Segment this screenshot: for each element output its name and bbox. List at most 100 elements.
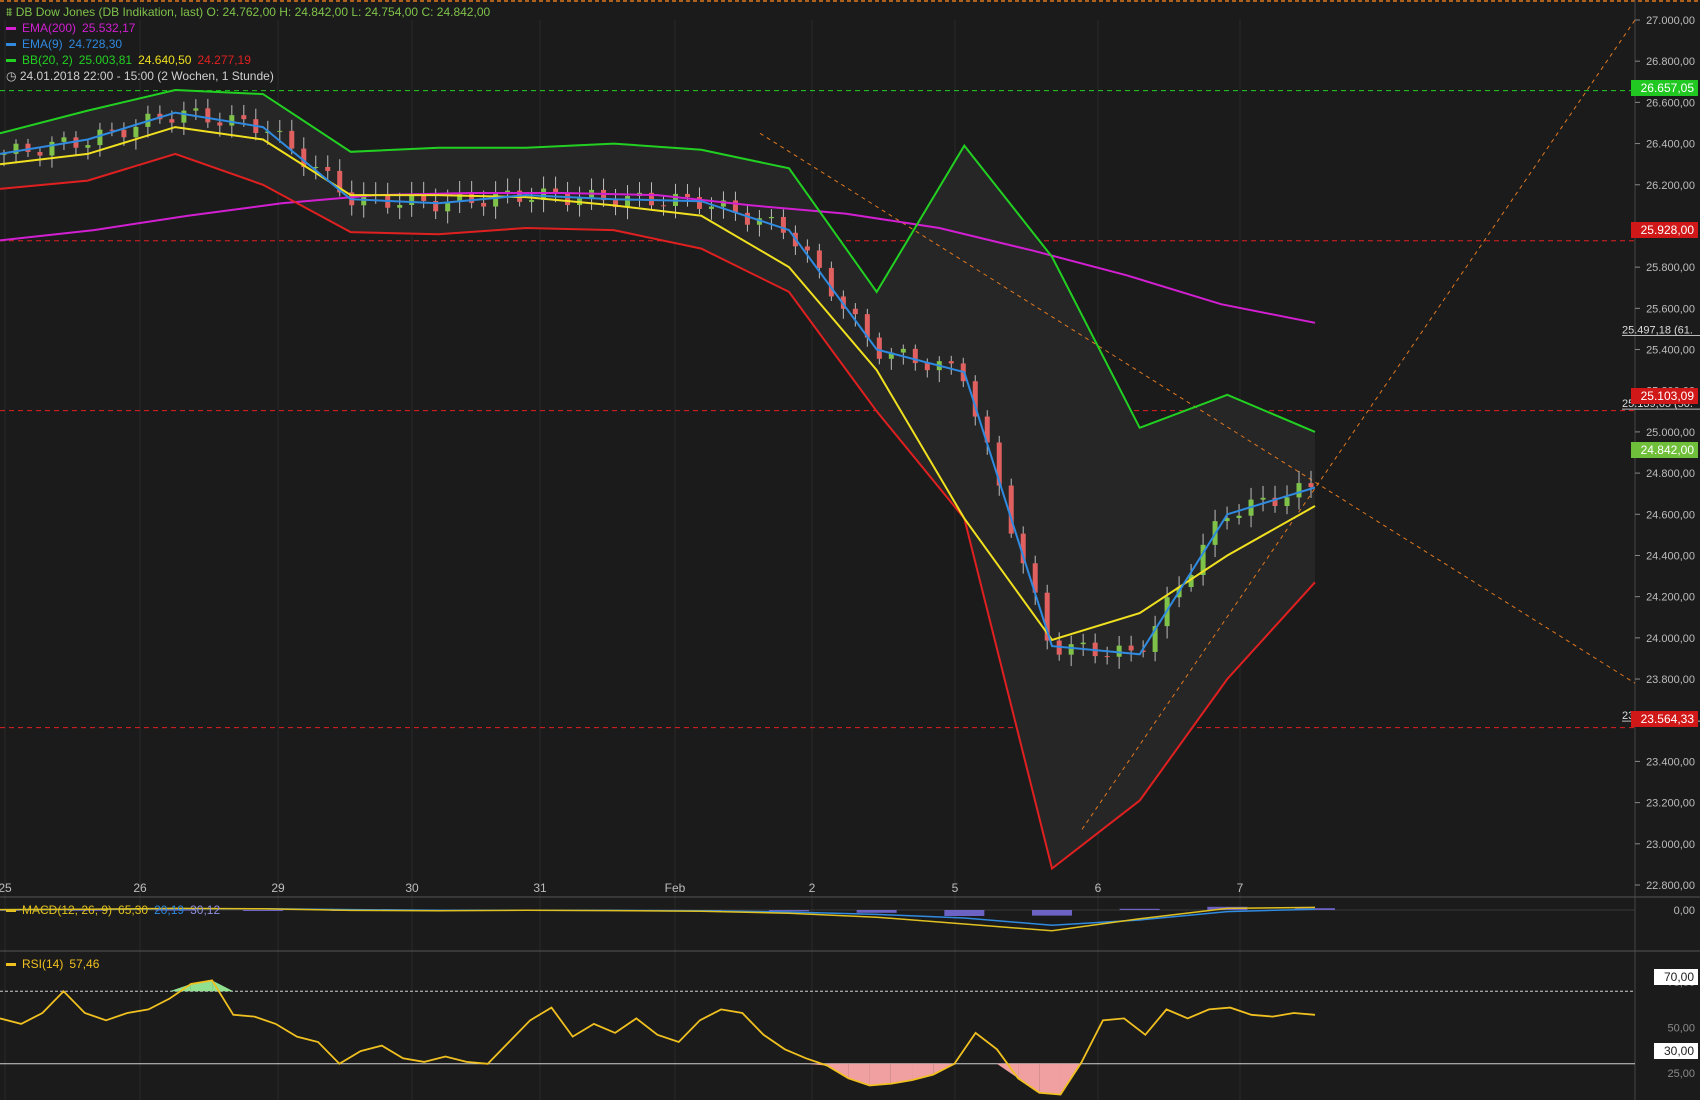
x-tick-label: 6 [1095, 881, 1102, 895]
candle-body [1080, 642, 1086, 645]
current-price-tag: 24.842,00 [1630, 442, 1698, 458]
candle-body [61, 137, 67, 142]
candle-body [193, 108, 199, 111]
bb-lower-value: 24.277,19 [197, 53, 251, 67]
x-tick-label: 25 [0, 881, 12, 895]
y-tick-label: 24.800,00 [1646, 468, 1695, 480]
y-tick-label: 24.000,00 [1646, 633, 1695, 645]
candle-body [325, 166, 331, 171]
candle-body [804, 246, 810, 251]
range-detail: (2 Wochen, 1 Stunde) [157, 69, 274, 83]
y-tick-label: 23.400,00 [1646, 756, 1695, 768]
candle-body [529, 199, 535, 202]
x-tick-label: 2 [809, 881, 816, 895]
instrument-name: DB Dow Jones (DB Indikation, last) [15, 5, 204, 19]
candle-body [852, 308, 858, 315]
y-tick-label: 26.600,00 [1646, 97, 1695, 109]
y-tick-label: 25.800,00 [1646, 262, 1695, 274]
candle-body [625, 196, 631, 208]
rsi-value: 57,46 [69, 957, 100, 971]
candle-body [816, 250, 822, 268]
candle-body [181, 110, 187, 123]
y-tick-label: 24.400,00 [1646, 550, 1695, 562]
candle-body [85, 145, 91, 148]
candle-body [1116, 645, 1122, 657]
y-tick-label: 24.600,00 [1646, 509, 1695, 521]
chart-canvas: 25 26 29 30 31 Feb 2 5 6 7 22.800,0023.000,0023.20… [0, 0, 1700, 1100]
macd-histogram-bar [769, 910, 809, 912]
x-tick-label: 7 [1237, 881, 1244, 895]
bb-upper-value: 25.003,81 [78, 53, 133, 67]
ema9-value: 24.728,30 [68, 37, 123, 51]
candle-body [205, 108, 211, 123]
range-text: 24.01.2018 22:00 - 15:00 [19, 69, 154, 83]
level-tag-26657: 26.657,05 [1630, 80, 1698, 96]
y-tick-label: 24.200,00 [1646, 592, 1695, 604]
macd-histogram-bar [944, 910, 985, 916]
x-tick-label: 26 [133, 881, 147, 895]
candle-body [948, 361, 954, 364]
candle-body [97, 129, 103, 146]
candle-body [1068, 644, 1074, 655]
candle-body [37, 152, 43, 156]
ema200-swatch [6, 27, 16, 31]
candle-body [1284, 497, 1290, 507]
ohlc-h-label: H: [279, 5, 292, 19]
bb-label: BB(20, 2) [22, 53, 73, 67]
macd-swatch [6, 909, 16, 913]
y-tick-label: 25.400,00 [1646, 345, 1695, 357]
candle-body [229, 115, 235, 126]
legend-macd: MACD(12, 26, 9) 65,30 20,19 30,12 [6, 902, 226, 918]
level-tag-25103: 25.103,09 [1630, 388, 1698, 404]
ema9-label: EMA(9) [22, 37, 63, 51]
fib-level-label: 25.497,18 (61. [1622, 325, 1693, 337]
candle-body [277, 130, 283, 132]
candle-body [565, 193, 571, 206]
macd-signal-value: 20,19 [154, 903, 185, 917]
rsi-oversold-fill [869, 1063, 891, 1086]
legend-rsi: RSI(14) 57,46 [6, 956, 105, 972]
candle-body [1104, 656, 1110, 658]
ohlc-l-value: 24.754,00 [364, 5, 419, 19]
candle-body [289, 130, 295, 149]
legend-ema9: EMA(9) 24.728,30 [6, 36, 128, 52]
candle-body [397, 204, 403, 208]
ohlc-h-value: 24.842,00 [294, 5, 348, 19]
candle-body [133, 126, 139, 138]
y-tick-label: 26.800,00 [1646, 56, 1695, 68]
candle-body [876, 337, 882, 359]
macd-histogram-bar [243, 910, 283, 911]
y-tick-label: 23.200,00 [1646, 798, 1695, 810]
ema9-swatch [6, 43, 16, 47]
macd-label: MACD(12, 26, 9) [22, 903, 113, 917]
candle-body [1236, 515, 1242, 519]
candle-body [469, 193, 475, 203]
candle-body [1260, 497, 1266, 500]
candle-body [121, 129, 127, 138]
y-tick-label: 25.600,00 [1646, 303, 1695, 315]
candle-body [241, 115, 247, 120]
macd-histogram-bar [856, 910, 897, 913]
x-tick-label: 5 [952, 881, 959, 895]
macd-y-tick: 0,00 [1674, 905, 1695, 917]
x-tick-label: 29 [271, 881, 285, 895]
instrument-icon: ⩩ [6, 5, 13, 19]
y-tick-label: 25.000,00 [1646, 427, 1695, 439]
ohlc-c-value: 24.842,00 [436, 5, 491, 19]
rsi-label: RSI(14) [22, 957, 64, 971]
candle-body [660, 205, 666, 207]
candle-body [481, 202, 487, 207]
candle-body [49, 141, 55, 156]
y-tick-label: 27.000,00 [1646, 15, 1695, 27]
candle-body [924, 363, 930, 371]
y-tick-label: 26.200,00 [1646, 180, 1695, 192]
legend-instrument: ⩩ DB Dow Jones (DB Indikation, last) O: … [6, 4, 490, 20]
bb-mid-value: 24.640,50 [138, 53, 192, 67]
macd-histogram-bar [1032, 910, 1072, 916]
ema200-value: 25.532,17 [82, 21, 136, 35]
rsi-level-30-tag: 30,00 [1653, 1043, 1698, 1059]
candle-body [217, 122, 223, 126]
y-tick-label: 22.800,00 [1646, 880, 1695, 892]
candle-body [1296, 483, 1302, 498]
y-tick-label: 23.800,00 [1646, 674, 1695, 686]
